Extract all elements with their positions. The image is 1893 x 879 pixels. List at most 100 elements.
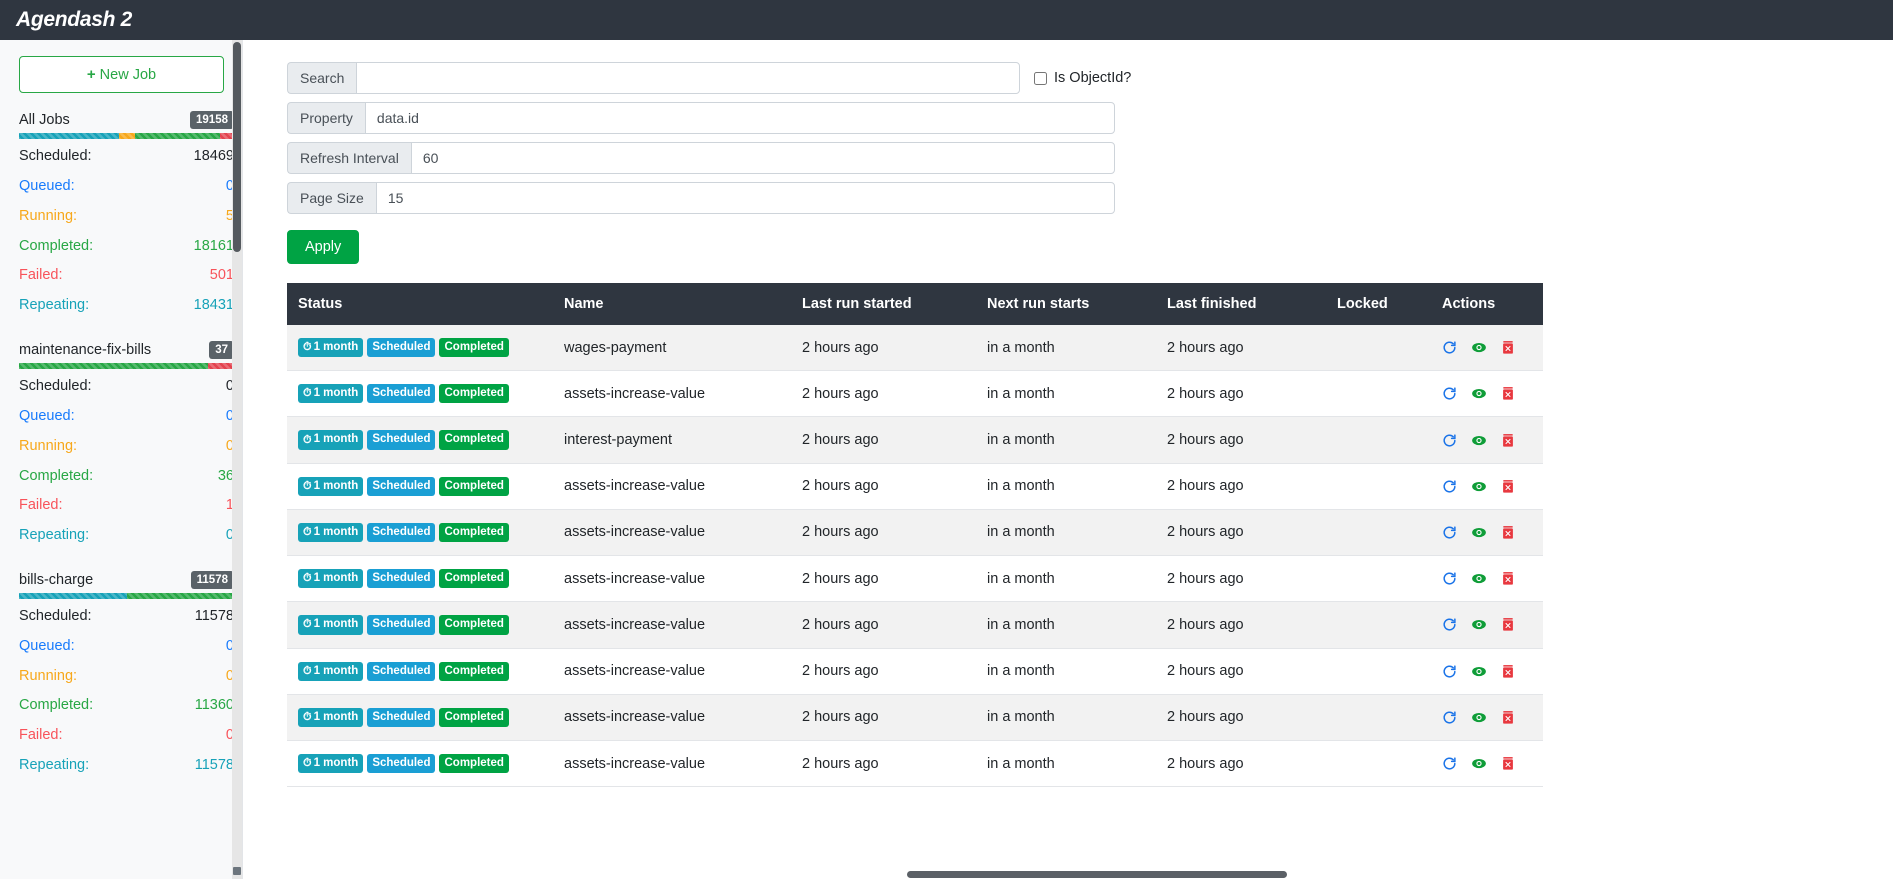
- status-badge-label: Completed: [444, 433, 504, 446]
- job-group-header[interactable]: maintenance-fix-bills 37: [19, 340, 234, 360]
- refresh-interval-input-group: Refresh Interval: [287, 142, 1115, 174]
- new-job-button[interactable]: + New Job: [19, 56, 224, 93]
- job-stat-label: Completed:: [19, 697, 94, 714]
- cell-actions: [1431, 509, 1543, 557]
- is-objectid-checkbox[interactable]: [1034, 71, 1047, 85]
- status-badge-label: Scheduled: [372, 525, 431, 538]
- property-row: Property: [287, 102, 1893, 134]
- status-badge: Scheduled: [367, 522, 436, 543]
- table-row[interactable]: ⏱ 1 month Scheduled Completed wages-payment 2…: [287, 325, 1543, 372]
- cell-actions: [1431, 416, 1543, 464]
- page-size-input[interactable]: [375, 182, 1115, 214]
- eye-icon[interactable]: [1471, 340, 1487, 355]
- stopwatch-icon: ⏱: [303, 341, 312, 354]
- cell-actions: [1431, 370, 1543, 418]
- refresh-icon[interactable]: [1442, 710, 1457, 725]
- job-group[interactable]: All Jobs 19158 Scheduled: 18469 Queued: 0 Runn…: [19, 111, 234, 321]
- eye-icon[interactable]: [1471, 710, 1487, 725]
- cell-actions: [1431, 555, 1543, 603]
- column-header-actions[interactable]: Actions: [1431, 283, 1543, 325]
- eye-icon[interactable]: [1471, 664, 1487, 679]
- is-objectid-checkbox-wrap[interactable]: Is ObjectId?: [1034, 70, 1131, 86]
- refresh-icon[interactable]: [1442, 571, 1457, 586]
- trash-icon[interactable]: [1501, 571, 1515, 586]
- job-group[interactable]: bills-charge 11578 Scheduled: 11578 Queued: 0…: [19, 570, 234, 781]
- horizontal-scrollbar-thumb[interactable]: [907, 871, 1287, 878]
- job-stat-row: Running: 5: [19, 202, 234, 232]
- job-stat-value: 18431: [193, 297, 234, 314]
- job-stat-value: 501: [209, 267, 234, 284]
- trash-icon[interactable]: [1501, 340, 1515, 355]
- trash-icon[interactable]: [1501, 664, 1515, 679]
- cell-next-run-starts: in a month: [976, 509, 1156, 557]
- column-header-name[interactable]: Name: [553, 283, 791, 325]
- refresh-icon[interactable]: [1442, 386, 1457, 401]
- eye-icon[interactable]: [1471, 571, 1487, 586]
- refresh-icon[interactable]: [1442, 433, 1457, 448]
- status-badges: ⏱ 1 month Scheduled Completed: [298, 384, 553, 404]
- eye-icon[interactable]: [1471, 525, 1487, 540]
- sidebar-scroll-down-arrow[interactable]: [233, 867, 241, 875]
- trash-icon[interactable]: [1501, 617, 1515, 632]
- job-group-header[interactable]: bills-charge 11578: [19, 570, 234, 590]
- trash-icon[interactable]: [1501, 433, 1515, 448]
- table-row[interactable]: ⏱ 1 month Scheduled Completed assets-increas…: [287, 694, 1543, 741]
- job-group-header[interactable]: All Jobs 19158: [19, 111, 234, 130]
- apply-button[interactable]: Apply: [287, 230, 360, 264]
- status-badges: ⏱ 1 month Scheduled Completed: [298, 338, 553, 358]
- trash-icon[interactable]: [1501, 479, 1515, 494]
- horizontal-scrollbar-track[interactable]: [287, 870, 1543, 879]
- page-size-input-group: Page Size: [287, 182, 1115, 214]
- sidebar-scrollbar-track[interactable]: [232, 40, 242, 879]
- eye-icon[interactable]: [1471, 479, 1487, 494]
- job-stat-row: Repeating: 18431: [19, 291, 234, 321]
- refresh-icon[interactable]: [1442, 479, 1457, 494]
- refresh-icon[interactable]: [1442, 756, 1457, 771]
- action-buttons: [1442, 386, 1543, 401]
- refresh-icon[interactable]: [1442, 664, 1457, 679]
- status-badge-label: Scheduled: [372, 433, 431, 446]
- status-badge: ⏱ 1 month: [298, 384, 364, 404]
- table-row[interactable]: ⏱ 1 month Scheduled Completed assets-increas…: [287, 509, 1543, 557]
- column-header-locked[interactable]: Locked: [1326, 283, 1431, 325]
- table-row[interactable]: ⏱ 1 month Scheduled Completed interest-payme…: [287, 416, 1543, 464]
- job-stat-row: Running: 0: [19, 432, 234, 462]
- trash-icon[interactable]: [1501, 386, 1515, 401]
- trash-icon[interactable]: [1501, 710, 1515, 725]
- job-group[interactable]: maintenance-fix-bills 37 Scheduled: 0 Queued…: [19, 340, 234, 551]
- column-header-next-run-starts[interactable]: Next run starts: [976, 283, 1156, 325]
- table-row[interactable]: ⏱ 1 month Scheduled Completed assets-increas…: [287, 463, 1543, 510]
- trash-icon[interactable]: [1501, 525, 1515, 540]
- table-row[interactable]: ⏱ 1 month Scheduled Completed assets-increas…: [287, 555, 1543, 603]
- status-badge-label: 1 month: [313, 664, 359, 677]
- refresh-interval-input[interactable]: [410, 142, 1115, 174]
- sidebar-scrollbar-thumb[interactable]: [233, 42, 241, 252]
- eye-icon[interactable]: [1471, 756, 1487, 771]
- status-badge-label: 1 month: [313, 572, 359, 585]
- eye-icon[interactable]: [1471, 617, 1487, 632]
- search-input-group: Search: [287, 62, 1020, 94]
- status-badge: Scheduled: [367, 476, 436, 496]
- cell-last-run-started: 2 hours ago: [791, 740, 976, 788]
- eye-icon[interactable]: [1471, 433, 1487, 448]
- refresh-icon[interactable]: [1442, 525, 1457, 540]
- column-header-last-run-started[interactable]: Last run started: [791, 283, 976, 325]
- table-row[interactable]: ⏱ 1 month Scheduled Completed assets-increas…: [287, 648, 1543, 695]
- refresh-icon[interactable]: [1442, 340, 1457, 355]
- job-stat-value: 18161: [193, 237, 234, 254]
- property-input[interactable]: [364, 102, 1115, 134]
- sidebar: + New Job All Jobs 19158 Scheduled: 18469 Que…: [0, 40, 243, 879]
- progress-segment: [19, 593, 127, 600]
- status-badge-label: Completed: [444, 479, 504, 492]
- column-header-last-finished[interactable]: Last finished: [1156, 283, 1326, 325]
- table-row[interactable]: ⏱ 1 month Scheduled Completed assets-increas…: [287, 740, 1543, 788]
- eye-icon[interactable]: [1471, 386, 1487, 401]
- table-row[interactable]: ⏱ 1 month Scheduled Completed assets-increas…: [287, 370, 1543, 418]
- trash-icon[interactable]: [1501, 756, 1515, 771]
- cell-name: assets-increase-value: [553, 648, 791, 695]
- refresh-icon[interactable]: [1442, 617, 1457, 632]
- column-header-status[interactable]: Status: [287, 283, 553, 325]
- job-group-list: All Jobs 19158 Scheduled: 18469 Queued: 0 Runn…: [14, 111, 234, 781]
- table-row[interactable]: ⏱ 1 month Scheduled Completed assets-increas…: [287, 601, 1543, 649]
- search-input[interactable]: [356, 62, 1020, 94]
